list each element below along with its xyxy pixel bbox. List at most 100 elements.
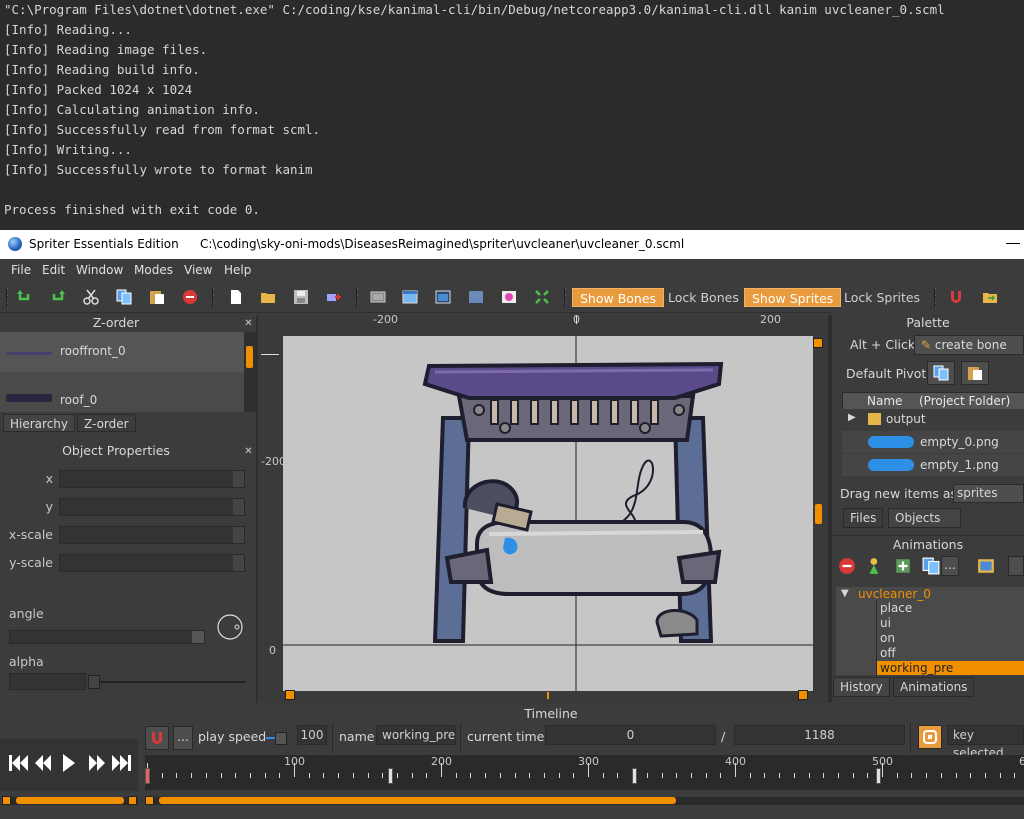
delete-animation-icon[interactable] (838, 557, 856, 575)
list-item[interactable]: roof_0 (0, 372, 244, 412)
export-icon[interactable] (982, 289, 998, 305)
x-scale-field[interactable] (59, 526, 245, 544)
close-icon[interactable]: ✕ (244, 319, 253, 329)
key-mode-button[interactable] (918, 725, 942, 749)
tab-files[interactable]: Files (843, 508, 884, 528)
keyframe[interactable] (632, 768, 637, 784)
spin-button[interactable] (233, 471, 244, 487)
panel-icon[interactable] (468, 289, 484, 305)
play-icon[interactable] (62, 753, 76, 773)
zorder-scrollbar[interactable] (244, 332, 256, 412)
copy-icon[interactable] (116, 289, 132, 305)
window-icon[interactable] (402, 289, 418, 305)
tab-hierarchy[interactable]: Hierarchy (3, 414, 76, 432)
playhead[interactable] (145, 768, 150, 784)
show-sprites-toggle[interactable]: Show Sprites (744, 288, 842, 307)
drag-as-select[interactable]: sprites (953, 484, 1024, 503)
menu-modes[interactable]: Modes (134, 263, 173, 277)
animation-item[interactable]: off (876, 646, 1024, 661)
stage-resize-handle[interactable] (813, 338, 823, 348)
image-icon[interactable] (976, 557, 996, 575)
key-selected-dropdown[interactable]: key selected (947, 725, 1024, 760)
slider-handle[interactable] (192, 631, 204, 643)
stage-resize-handle[interactable] (798, 690, 808, 700)
close-icon[interactable]: ✕ (244, 447, 253, 457)
new-file-icon[interactable] (228, 289, 244, 305)
slider-handle[interactable] (275, 732, 287, 745)
scrollbar-thumb[interactable] (16, 797, 124, 804)
chevron-down-icon[interactable]: ▼ (841, 588, 849, 599)
scroll-arrow-left[interactable] (145, 796, 154, 805)
add-bone-icon[interactable] (326, 289, 342, 305)
menu-help[interactable]: Help (224, 263, 251, 277)
transport-scrollbar[interactable] (2, 796, 138, 805)
paste-icon[interactable] (149, 289, 165, 305)
animation-item[interactable]: on (876, 631, 1024, 646)
create-bone-button[interactable]: ✎ create bone (914, 335, 1024, 355)
current-time-field[interactable]: 0 (545, 725, 716, 745)
canvas-scroll-thumb[interactable] (815, 504, 822, 524)
scroll-arrow-left[interactable] (2, 796, 11, 805)
step-forward-icon[interactable] (88, 754, 106, 772)
y-scale-field[interactable] (59, 554, 245, 572)
play-speed-field[interactable]: 100 (297, 725, 327, 745)
scroll-arrow-right[interactable] (128, 796, 137, 805)
cut-icon[interactable] (83, 289, 99, 305)
lock-sprites-toggle[interactable]: Lock Sprites (837, 288, 927, 307)
open-folder-icon[interactable] (260, 289, 276, 305)
menu-edit[interactable]: Edit (42, 263, 65, 277)
window-titlebar[interactable]: Spriter Essentials Edition C:\coding\sky… (0, 230, 1024, 259)
slider-handle[interactable] (88, 675, 100, 689)
timeline-more-button[interactable]: ... (173, 726, 193, 750)
expand-button[interactable] (1008, 556, 1024, 576)
animation-item[interactable]: ui (876, 616, 1024, 631)
delete-icon[interactable] (182, 289, 198, 305)
step-back-icon[interactable] (34, 754, 52, 772)
new-entity-icon[interactable] (866, 557, 884, 575)
angle-slider[interactable] (9, 630, 205, 644)
tree-file-row[interactable]: empty_1.png (842, 454, 1024, 476)
entity-name[interactable]: uvcleaner_0 (858, 587, 931, 601)
list-item[interactable]: rooffront_0 (0, 332, 244, 372)
timeline-scrollbar[interactable] (145, 796, 1024, 805)
keyframe[interactable] (388, 768, 393, 784)
tree-folder-row[interactable]: ▶ output (842, 409, 1024, 431)
color-palette-icon[interactable] (501, 289, 517, 305)
spin-button[interactable] (233, 499, 244, 515)
redo-icon[interactable] (50, 289, 66, 305)
tree-file-row[interactable]: empty_0.png (842, 431, 1024, 453)
canvas-scroll-thumb[interactable] (547, 692, 549, 699)
animation-name-field[interactable]: working_pre (376, 725, 456, 745)
pivot-paste-button[interactable] (961, 361, 989, 385)
menu-file[interactable]: File (11, 263, 31, 277)
scrollbar-thumb[interactable] (159, 797, 676, 804)
fit-view-icon[interactable] (534, 289, 550, 305)
angle-dial-icon[interactable] (216, 613, 244, 641)
duplicate-animation-icon[interactable] (922, 557, 940, 575)
record-button[interactable] (145, 726, 169, 750)
menu-view[interactable]: View (184, 263, 212, 277)
show-bones-toggle[interactable]: Show Bones (572, 288, 665, 307)
spin-button[interactable] (233, 555, 244, 571)
menu-window[interactable]: Window (76, 263, 123, 277)
skip-to-end-icon[interactable] (110, 754, 132, 772)
canvas-area[interactable]: -200 0 200 -200 0 (258, 313, 828, 703)
chevron-right-icon[interactable]: ▶ (848, 412, 856, 423)
sprite-stage[interactable] (283, 336, 813, 691)
magnet-icon[interactable] (948, 289, 964, 305)
spin-button[interactable] (233, 527, 244, 543)
skip-to-start-icon[interactable] (8, 754, 30, 772)
tab-objects[interactable]: Objects (888, 508, 961, 528)
animation-item-selected[interactable]: working_pre (876, 661, 1024, 675)
stage-resize-handle[interactable] (285, 690, 295, 700)
timeline-track[interactable]: 100 200 300 400 500 6 (145, 755, 1024, 790)
total-time-field[interactable]: 1188 (734, 725, 905, 745)
undo-icon[interactable] (16, 289, 32, 305)
new-animation-icon[interactable] (894, 557, 912, 575)
animation-item[interactable]: place (876, 601, 1024, 616)
tab-animations[interactable]: Animations (893, 677, 974, 697)
alpha-field[interactable] (9, 673, 86, 690)
screenshot-icon[interactable] (370, 289, 386, 305)
more-button[interactable]: ... (941, 556, 959, 576)
scrollbar-thumb[interactable] (246, 346, 253, 368)
